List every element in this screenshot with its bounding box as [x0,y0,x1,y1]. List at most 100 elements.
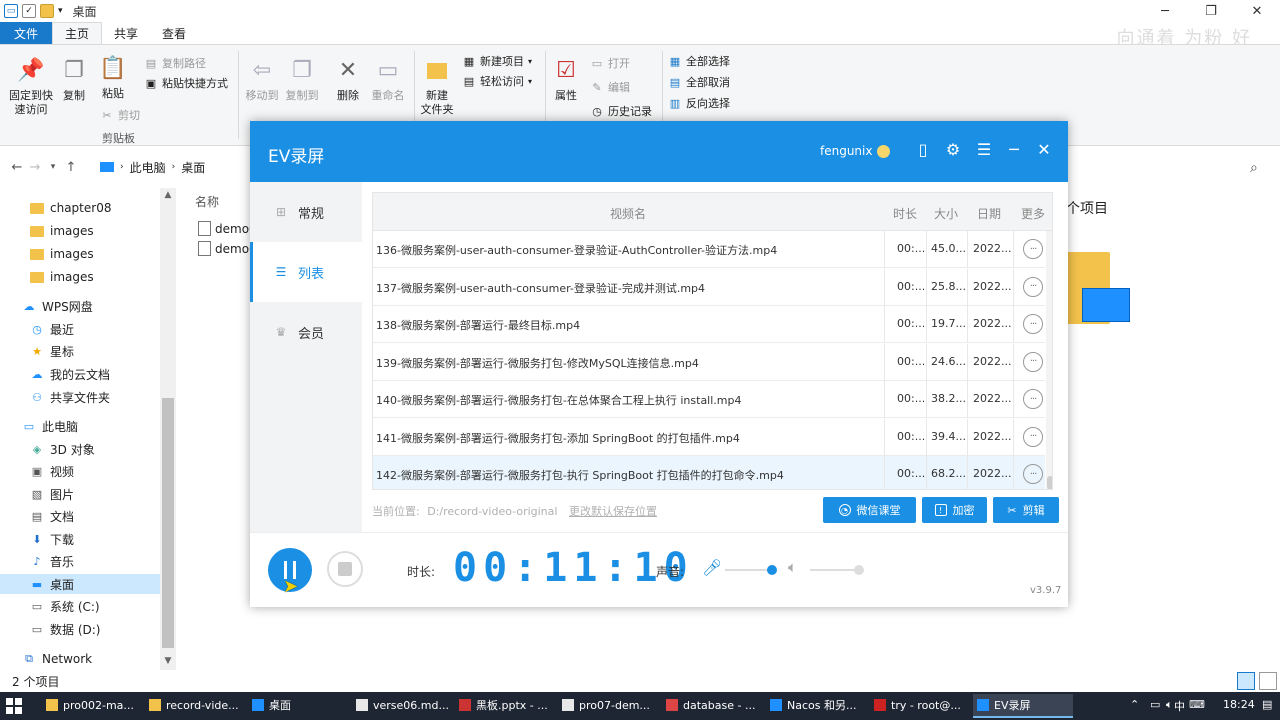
paste-button[interactable]: 📋 粘贴 [98,55,128,101]
new-item-button[interactable]: ▦ 新建项目 ▾ [462,53,532,69]
bookmark-icon[interactable]: ▯ [912,140,934,159]
delete-button[interactable]: ✕ 删除 [334,57,362,103]
microphone-icon[interactable]: 🎤︎ [702,558,722,577]
restore-button[interactable]: ❐ [1188,0,1234,22]
taskbar-item[interactable]: record-vide... [145,694,245,718]
up-icon[interactable]: ↑ [62,160,80,175]
more-options-button[interactable]: ··· [1023,276,1043,297]
file-item[interactable]: demo0 [198,221,257,236]
close-button[interactable]: ✕ [1234,0,1280,22]
minimize-button[interactable]: ─ [1142,0,1188,22]
clock[interactable]: 18:24 [1223,698,1255,711]
wechat-class-button[interactable]: ◔ 微信课堂 [823,497,916,523]
new-folder-button[interactable]: 新建 文件夹 [418,57,456,117]
more-options-button[interactable]: ··· [1023,426,1043,447]
large-icons-view-icon[interactable] [1259,672,1277,690]
breadcrumb[interactable]: › 此电脑 › 桌面 [100,156,250,178]
search-icon[interactable]: ⌕ [1250,160,1258,176]
breadcrumb-pc[interactable]: 此电脑 [130,159,166,176]
nav-list[interactable]: ☰ 列表 [250,242,362,302]
ime-indicator[interactable]: 中 [1174,698,1185,714]
invert-selection-button[interactable]: ▥ 反向选择 [668,95,730,111]
forward-icon[interactable]: → [26,160,44,175]
sidebar-item[interactable]: ◈ 3D 对象 [30,439,95,459]
scroll-down-icon[interactable]: ▼ [160,656,176,666]
system-volume-knob[interactable] [854,565,864,575]
taskbar-item[interactable]: 桌面 [248,694,348,718]
sidebar-item[interactable]: images [30,267,94,287]
gear-icon[interactable]: ⚙ [942,140,964,159]
notification-icon[interactable]: ▤ [1262,698,1272,711]
sidebar-item[interactable]: ⚇ 共享文件夹 [30,387,110,407]
stop-button[interactable] [327,551,363,587]
sidebar-item[interactable]: ☁ WPS网盘 [22,296,93,316]
rename-button[interactable]: ▭ 重命名 [370,57,406,103]
sidebar-item[interactable]: ⬇ 下载 [30,529,74,549]
ev-username[interactable]: fengunix [820,144,872,158]
more-options-button[interactable]: ··· [1023,389,1043,409]
edit-clip-button[interactable]: ✂ 剪辑 [993,497,1059,523]
sidebar-item[interactable]: ⧉ Network [22,649,92,669]
sidebar-item[interactable]: ▤ 文档 [30,506,74,526]
move-to-button[interactable]: ⇦ 移动到 [244,57,280,103]
taskbar-item[interactable]: pro002-ma... [42,694,142,718]
sidebar-item[interactable]: images [30,221,94,241]
sidebar-item[interactable]: ♪ 音乐 [30,551,74,571]
properties-icon[interactable]: ✓ [22,4,36,18]
sidebar-item[interactable]: ▭ 系统 (C:) [30,596,100,616]
details-view-icon[interactable] [1237,672,1255,690]
table-row[interactable]: 138-微服务案例-部署运行-最终目标.mp4 00:... 19.7... 2022… [373,306,1045,343]
mic-volume-knob[interactable] [767,565,777,575]
history-button[interactable]: ◷ 历史记录 [590,103,652,119]
col-header-duration[interactable]: 时长 [893,205,917,222]
more-options-button[interactable]: ··· [1023,464,1043,484]
more-options-button[interactable]: ··· [1023,314,1043,334]
edit-button[interactable]: ✎ 编辑 [590,79,630,95]
copy-to-button[interactable]: ❐ 复制到 [284,57,320,103]
menu-icon[interactable]: ☰ [973,140,995,159]
table-row[interactable]: 140-微服务案例-部署运行-微服务打包-在总体聚合工程上执行 install.… [373,381,1045,418]
keyboard-icon[interactable]: ⌨ [1189,698,1205,711]
copy-button[interactable]: ❐ 复制 [60,57,88,103]
scrollbar-thumb[interactable] [1047,476,1052,489]
new-folder-icon[interactable] [40,4,54,18]
minimize-icon[interactable]: ─ [1003,140,1025,159]
back-icon[interactable]: ← [8,160,26,175]
sidebar-item[interactable]: ▧ 图片 [30,484,74,504]
open-button[interactable]: ▭ 打开 [590,55,630,71]
scrollbar-thumb[interactable] [162,398,174,648]
taskbar-item[interactable]: database - ... [662,694,762,718]
taskbar-item[interactable]: pro07-dem... [558,694,658,718]
taskbar-item[interactable]: verse06.md... [352,694,452,718]
sidebar-scrollbar[interactable]: ▲ ▼ [160,188,176,670]
table-row[interactable]: 136-微服务案例-user-auth-consumer-登录验证-AuthCo… [373,231,1045,268]
more-options-button[interactable]: ··· [1023,239,1043,259]
taskbar-item[interactable]: EV录屏 [973,694,1073,718]
sidebar-item[interactable]: ▣ 视频 [30,461,74,481]
col-header-date[interactable]: 日期 [977,205,1001,222]
tab-file[interactable]: 文件 [0,22,53,44]
paste-shortcut-button[interactable]: ▣ 粘贴快捷方式 [144,75,228,91]
table-row[interactable]: 142-微服务案例-部署运行-微服务打包-执行 SpringBoot 打包插件的… [373,456,1045,489]
scroll-up-icon[interactable]: ▲ [160,190,176,200]
table-row[interactable]: 139-微服务案例-部署运行-微服务打包-修改MySQL连接信息.mp4 00:.… [373,343,1045,381]
chevron-down-icon[interactable]: ▾ [58,6,63,16]
pin-quick-access-button[interactable]: 📌 固定到快 速访问 [6,57,56,117]
nav-member[interactable]: ♛ 会员 [250,302,362,362]
table-row[interactable]: 141-微服务案例-部署运行-微服务打包-添加 SpringBoot 的打包插件… [373,418,1045,456]
tab-view[interactable]: 查看 [150,22,198,44]
copy-path-button[interactable]: ▤ 复制路径 [144,55,206,71]
volume-icon[interactable]: 🔈︎ [1166,698,1173,712]
sidebar-item[interactable]: ▭ 此电脑 [22,416,78,436]
desktop-item-icon[interactable] [1082,288,1130,322]
easy-access-button[interactable]: ▤ 轻松访问 ▾ [462,73,532,89]
more-options-button[interactable]: ··· [1023,351,1043,372]
sidebar-item[interactable]: ◷ 最近 [30,319,74,339]
table-scrollbar[interactable] [1046,231,1052,489]
properties-button[interactable]: ☑ 属性 [552,57,580,103]
network-icon[interactable]: ▭ [1150,698,1160,711]
sidebar-item[interactable]: ★ 星标 [30,341,74,361]
table-row[interactable]: 137-微服务案例-user-auth-consumer-登录验证-完成并测试.… [373,268,1045,306]
sidebar-item[interactable]: chapter08 [30,198,111,218]
file-item[interactable]: demo0 [198,241,257,256]
